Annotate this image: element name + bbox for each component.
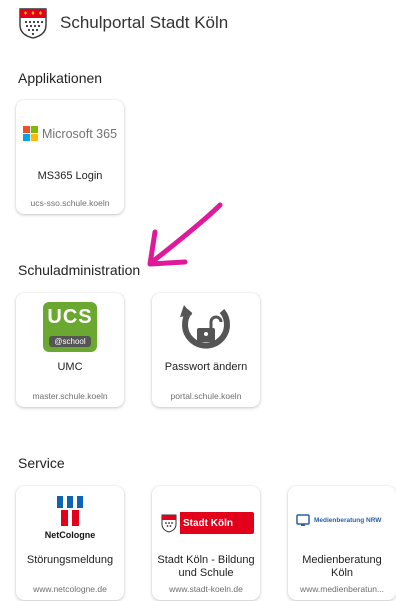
app-card-stoerungsmeldung[interactable]: NetCologne Störungsmeldung www.netcologn… (16, 486, 124, 600)
stadt-koeln-logo-text: Stadt Köln (183, 517, 233, 529)
netcologne-logo-icon (57, 496, 83, 526)
koeln-crest-icon (158, 512, 180, 534)
netcologne-logo-text: NetCologne (44, 530, 96, 540)
card-url: www.netcologne.de (33, 584, 107, 594)
unlock-reset-icon (180, 305, 230, 349)
card-url: www.stadt-koeln.de (169, 584, 243, 594)
card-url: portal.schule.koeln (170, 391, 242, 401)
medienberatung-logo-text: Medienberatung NRW (314, 516, 382, 524)
app-card-stadt-koeln[interactable]: Stadt Köln Stadt Köln - Bildung und Schu… (152, 486, 260, 600)
card-name: Störungsmeldung (26, 554, 114, 566)
card-name: UMC (57, 361, 83, 373)
section-title-service: Service (18, 455, 65, 471)
card-name: Stadt Köln - Bildung und Schule (157, 554, 255, 579)
card-url: www.medienberatun... (299, 584, 385, 594)
section-title-schuladministration: Schuladministration (18, 262, 141, 278)
card-url: master.schule.koeln (32, 391, 108, 401)
app-card-umc[interactable]: UCS @school UMC master.schule.koeln (16, 293, 124, 407)
ucs-logo-subtext: @school (49, 336, 91, 347)
medienberatung-logo-icon (296, 514, 310, 526)
app-card-passwort-aendern[interactable]: Passwort ändern portal.schule.koeln (152, 293, 260, 407)
app-card-medienberatung[interactable]: Medienberatung NRW Medienberatung Köln w… (288, 486, 396, 600)
card-name: Passwort ändern (164, 361, 248, 373)
ucs-logo-text: UCS (47, 306, 93, 328)
medienberatung-logo: Medienberatung NRW (296, 512, 388, 528)
stadt-koeln-logo: Stadt Köln (158, 512, 254, 534)
ucs-school-logo: UCS @school (43, 302, 97, 352)
card-name: Medienberatung Köln (302, 554, 382, 579)
